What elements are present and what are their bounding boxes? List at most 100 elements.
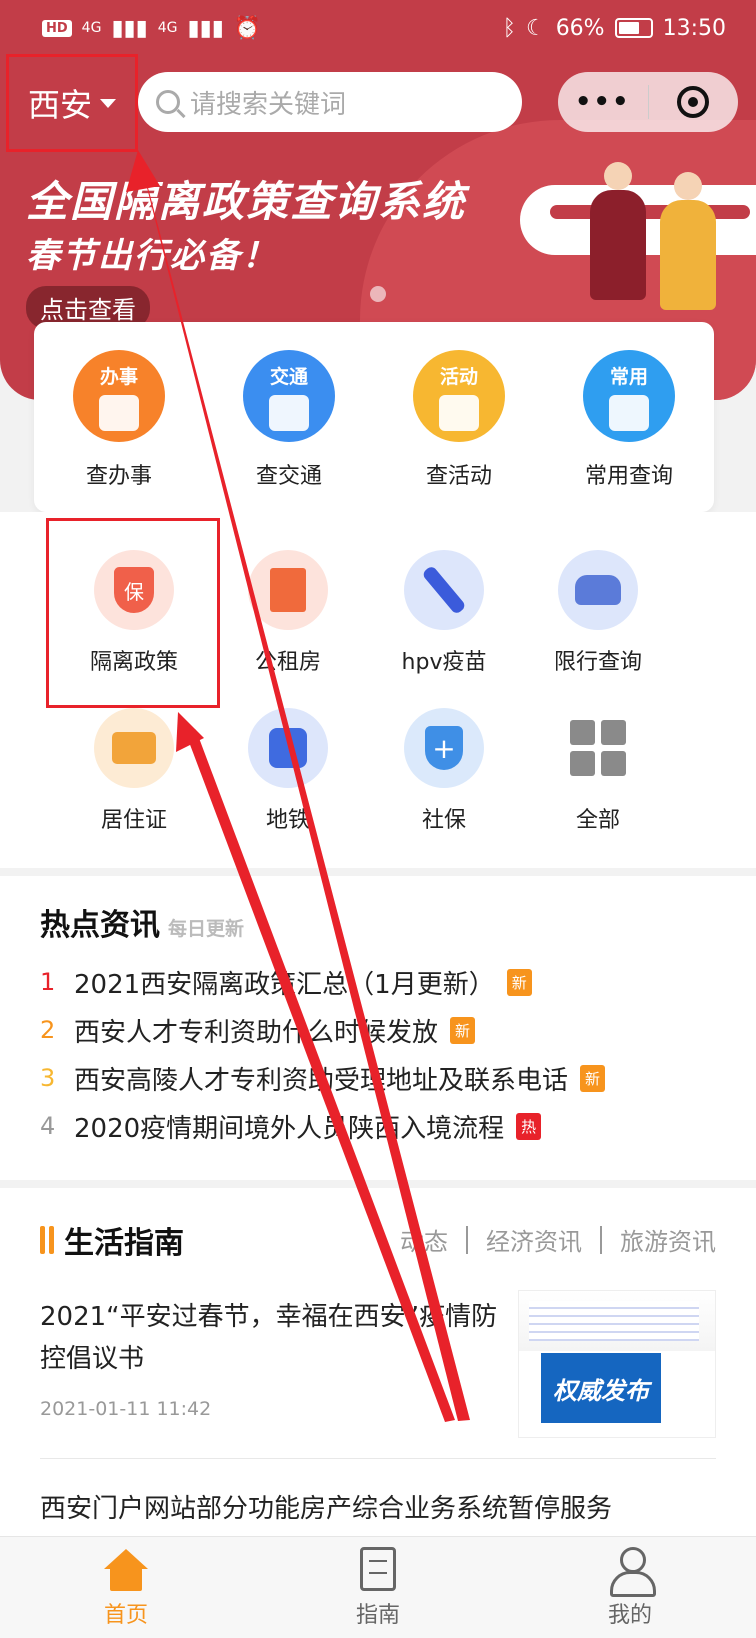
article-divider bbox=[40, 1458, 716, 1459]
news-rank: 2 bbox=[40, 1016, 56, 1044]
hot-badge: 热 bbox=[516, 1112, 542, 1140]
metro-icon bbox=[248, 708, 328, 788]
quick-item-label: 查活动 bbox=[425, 464, 492, 489]
clock: 13:50 bbox=[662, 15, 726, 41]
life-guide-title: 生活指南 bbox=[64, 1226, 184, 1261]
quick-item-activity[interactable]: 活动 查活动 bbox=[374, 322, 544, 512]
highlight-box-quarantine bbox=[46, 518, 220, 708]
document-icon bbox=[360, 1547, 396, 1591]
quick-item-label: 常用查询 bbox=[584, 464, 673, 489]
signal-icon-2: 4G bbox=[157, 20, 178, 36]
banner-subtitle: 春节出行必备！ bbox=[26, 236, 278, 276]
shield-plus-icon: + bbox=[404, 708, 484, 788]
life-guide-section: 生活指南 动态 经济资讯 旅游资讯 2021“平安过春节，幸福在西安”疫情防控倡… bbox=[0, 1188, 756, 1538]
new-badge: 新 bbox=[450, 1016, 476, 1044]
news-rank: 3 bbox=[40, 1064, 56, 1092]
search-bar[interactable]: 请搜索关键词 bbox=[138, 72, 522, 132]
user-icon bbox=[608, 1547, 656, 1597]
news-rank: 4 bbox=[40, 1112, 56, 1140]
service-public-rental[interactable]: 公租房 bbox=[208, 550, 368, 676]
tab-home[interactable]: 首页 bbox=[0, 1537, 252, 1638]
news-item[interactable]: 2 西安人才专利资助什么时候发放 新 bbox=[40, 1006, 716, 1054]
news-item[interactable]: 3 西安高陵人才专利资助受理地址及联系电话 新 bbox=[40, 1054, 716, 1102]
signal-bars-icon: ▮▮▮ bbox=[111, 15, 148, 41]
target-icon bbox=[677, 86, 710, 118]
status-bar: HD 4G ▮▮▮ 4G ▮▮▮ ⏰ ᛒ ☾ 66% 13:50 bbox=[0, 0, 756, 56]
hot-news-subtitle: 每日更新 bbox=[168, 918, 245, 940]
tab-travel[interactable]: 旅游资讯 bbox=[620, 1222, 716, 1257]
service-residence-permit[interactable]: 居住证 bbox=[54, 708, 214, 834]
tab-label: 指南 bbox=[355, 1603, 400, 1628]
news-rank: 1 bbox=[40, 968, 56, 996]
bottom-tab-bar: 首页 指南 我的 bbox=[0, 1536, 756, 1638]
tab-guide[interactable]: 指南 bbox=[252, 1537, 504, 1638]
tab-news[interactable]: 动态 bbox=[400, 1222, 448, 1257]
bluetooth-icon: ᛒ bbox=[502, 15, 516, 41]
travelers-illustration bbox=[580, 160, 740, 320]
tab-divider bbox=[600, 1225, 602, 1254]
service-all[interactable]: 全部 bbox=[518, 708, 678, 834]
news-item[interactable]: 4 2020疫情期间境外人员陕西入境流程 热 bbox=[40, 1102, 716, 1150]
car-icon bbox=[558, 550, 638, 630]
close-miniprogram-button[interactable] bbox=[649, 86, 739, 118]
alarm-icon: ⏰ bbox=[233, 15, 262, 41]
syringe-icon bbox=[404, 550, 484, 630]
new-badge: 新 bbox=[506, 968, 532, 996]
news-item[interactable]: 1 2021西安隔离政策汇总（1月更新） 新 bbox=[40, 958, 716, 1006]
section-marker-icon bbox=[40, 1226, 54, 1254]
service-label: 社保 bbox=[421, 808, 466, 833]
service-label: 公租房 bbox=[254, 650, 321, 675]
search-placeholder: 请搜索关键词 bbox=[190, 89, 347, 120]
signal-icon-1: 4G bbox=[81, 20, 102, 36]
signal-bars-icon-2: ▮▮▮ bbox=[187, 15, 224, 41]
article-item[interactable]: 2021“平安过春节，幸福在西安”疫情防控倡议书 2021-01-11 11:4… bbox=[40, 1296, 500, 1420]
more-icon[interactable]: ••• bbox=[558, 87, 648, 117]
battery-icon bbox=[614, 18, 653, 38]
quick-item-label: 查交通 bbox=[255, 464, 322, 489]
carousel-indicator bbox=[370, 286, 386, 302]
home-icon bbox=[104, 1547, 148, 1591]
hot-news-list: 1 2021西安隔离政策汇总（1月更新） 新 2 西安人才专利资助什么时候发放 … bbox=[40, 958, 716, 1150]
tab-mine[interactable]: 我的 bbox=[504, 1537, 756, 1638]
hot-news-title: 热点资讯 bbox=[40, 908, 160, 943]
article-title-2[interactable]: 西安门户网站部分功能房产综合业务系统暂停服务 bbox=[40, 1488, 612, 1525]
battery-percent: 66% bbox=[555, 15, 605, 41]
service-metro[interactable]: 地铁 bbox=[208, 708, 368, 834]
city-selector[interactable]: 西安 bbox=[6, 54, 138, 152]
news-title: 2020疫情期间境外人员陕西入境流程 bbox=[74, 1113, 505, 1144]
tab-label: 我的 bbox=[607, 1603, 652, 1628]
traffic-icon: 交通 bbox=[243, 350, 335, 442]
hot-news-section: 热点资讯 每日更新 1 2021西安隔离政策汇总（1月更新） 新 2 西安人才专… bbox=[0, 876, 756, 1180]
service-label: 全部 bbox=[575, 808, 620, 833]
quick-query-card: 办事 查办事 交通 查交通 活动 查活动 常用 常用查询 bbox=[34, 322, 714, 512]
service-label: hpv疫苗 bbox=[401, 650, 487, 675]
service-hpv-vaccine[interactable]: hpv疫苗 bbox=[364, 550, 524, 676]
news-title: 2021西安隔离政策汇总（1月更新） bbox=[74, 969, 495, 1000]
affairs-icon: 办事 bbox=[73, 350, 165, 442]
article-title: 2021“平安过春节，幸福在西安”疫情防控倡议书 bbox=[40, 1302, 498, 1374]
tab-divider bbox=[466, 1225, 468, 1254]
magnifier-icon: 常用 bbox=[583, 350, 675, 442]
banner-title: 全国隔离政策查询系统 bbox=[26, 177, 467, 226]
quick-item-label: 查办事 bbox=[85, 464, 152, 489]
news-title: 西安人才专利资助什么时候发放 bbox=[74, 1017, 439, 1048]
tab-economy[interactable]: 经济资讯 bbox=[486, 1222, 582, 1257]
city-label: 西安 bbox=[27, 86, 92, 124]
quick-item-affairs[interactable]: 办事 查办事 bbox=[34, 322, 204, 512]
activity-flag-icon: 活动 bbox=[413, 350, 505, 442]
service-social-security[interactable]: + 社保 bbox=[364, 708, 524, 834]
moon-icon: ☾ bbox=[525, 15, 546, 41]
grid-icon bbox=[558, 708, 638, 788]
quick-item-common[interactable]: 常用 常用查询 bbox=[544, 322, 714, 512]
search-icon bbox=[156, 90, 180, 114]
service-traffic-restriction[interactable]: 限行查询 bbox=[518, 550, 678, 676]
quick-item-traffic[interactable]: 交通 查交通 bbox=[204, 322, 374, 512]
service-label: 居住证 bbox=[100, 808, 167, 833]
building-icon bbox=[248, 550, 328, 630]
life-guide-tabs: 动态 经济资讯 旅游资讯 bbox=[400, 1222, 716, 1257]
thumbnail-text: 权威发布 bbox=[541, 1353, 661, 1423]
hd-indicator: HD bbox=[42, 19, 72, 37]
article-thumbnail[interactable]: 权威发布 bbox=[518, 1290, 716, 1438]
tab-label: 首页 bbox=[103, 1603, 148, 1628]
service-label: 地铁 bbox=[265, 808, 310, 833]
